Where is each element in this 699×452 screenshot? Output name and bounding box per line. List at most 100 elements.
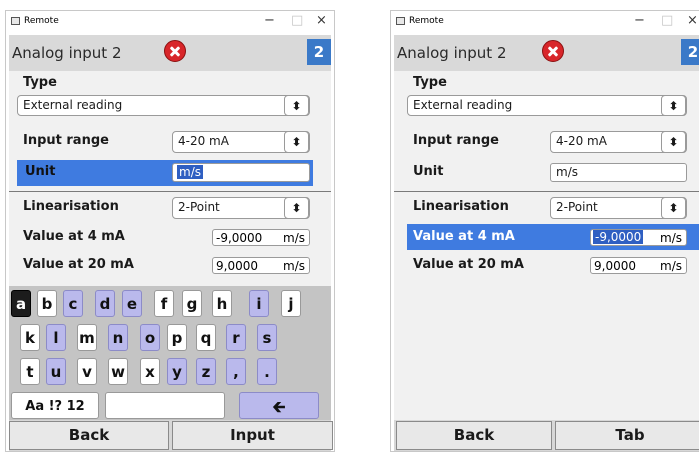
key-f[interactable]: f	[154, 290, 174, 317]
page-number-badge: 2	[307, 39, 331, 65]
app-icon	[396, 17, 405, 25]
key-comma[interactable]: ,	[226, 358, 246, 385]
type-label: Type	[413, 75, 447, 90]
spinner-icon[interactable]: ⬍	[284, 197, 309, 219]
input-range-label: Input range	[23, 133, 109, 148]
key-o[interactable]: o	[140, 324, 160, 351]
device-screen: Analog input 2 2 Type External reading ⬍…	[394, 35, 699, 451]
page-title: Analog input 2	[12, 44, 122, 62]
window-title: Remote	[24, 16, 59, 26]
spinner-icon[interactable]: ⬍	[661, 197, 686, 219]
linearisation-select[interactable]: 2-Point ⬍	[550, 197, 687, 219]
input-range-select[interactable]: 4-20 mA ⬍	[550, 131, 687, 153]
key-g[interactable]: g	[182, 290, 202, 317]
spinner-icon[interactable]: ⬍	[284, 131, 309, 153]
spinner-icon[interactable]: ⬍	[661, 95, 686, 116]
value-20ma: 9,0000	[216, 259, 258, 273]
type-select[interactable]: External reading ⬍	[407, 95, 687, 116]
key-y[interactable]: y	[167, 358, 187, 385]
type-value: External reading	[23, 98, 123, 112]
spinner-icon[interactable]: ⬍	[284, 95, 309, 116]
key-x[interactable]: x	[140, 358, 160, 385]
error-icon[interactable]	[164, 40, 186, 62]
back-button[interactable]: Back	[9, 421, 169, 450]
unit-input[interactable]: m/s	[172, 163, 310, 182]
unit-value: m/s	[556, 165, 578, 179]
function-bar: Back Input	[9, 420, 333, 451]
key-t[interactable]: t	[20, 358, 40, 385]
type-label: Type	[23, 75, 57, 90]
value-20ma-unit: m/s	[660, 259, 682, 273]
key-m[interactable]: m	[77, 324, 97, 351]
value-20ma: 9,0000	[594, 259, 636, 273]
onscreen-keyboard: a b c d e f g h i j k l m n o p q r s t …	[9, 286, 331, 420]
key-b[interactable]: b	[37, 290, 57, 317]
value-4ma-label: Value at 4 mA	[413, 229, 515, 244]
value-4ma-selected: -9,0000	[593, 230, 644, 244]
key-h[interactable]: h	[212, 290, 232, 317]
key-k[interactable]: k	[20, 324, 40, 351]
key-w[interactable]: w	[108, 358, 128, 385]
minimize-icon[interactable]: −	[264, 14, 275, 28]
key-q[interactable]: q	[196, 324, 216, 351]
value-4ma-input[interactable]: -9,0000 m/s	[590, 229, 687, 246]
backspace-key[interactable]: 🡰	[239, 392, 319, 419]
value-4ma-unit: m/s	[660, 231, 682, 245]
value-20ma-label: Value at 20 mA	[413, 257, 524, 272]
error-icon[interactable]	[542, 40, 564, 62]
value-4ma-input[interactable]: -9,0000 m/s	[212, 229, 310, 246]
maximize-icon[interactable]: □	[291, 14, 303, 28]
close-icon[interactable]: ×	[316, 14, 327, 28]
key-period[interactable]: .	[257, 358, 277, 385]
value-20ma-input[interactable]: 9,0000 m/s	[212, 257, 310, 274]
close-icon[interactable]: ×	[687, 14, 698, 28]
tab-button[interactable]: Tab	[555, 421, 699, 450]
remote-window-right: Remote − □ × Analog input 2 2 Type Exter…	[390, 10, 699, 452]
key-e[interactable]: e	[122, 290, 142, 317]
type-value: External reading	[413, 98, 513, 112]
value-20ma-input[interactable]: 9,0000 m/s	[590, 257, 687, 274]
value-20ma-label: Value at 20 mA	[23, 257, 134, 272]
page-number-badge: 2	[681, 39, 699, 65]
key-s[interactable]: s	[257, 324, 277, 351]
unit-label: Unit	[413, 164, 444, 179]
function-bar: Back Tab	[394, 420, 699, 451]
key-d[interactable]: d	[95, 290, 115, 317]
window-title: Remote	[409, 16, 444, 26]
unit-value-selected: m/s	[177, 165, 203, 179]
back-button[interactable]: Back	[396, 421, 552, 450]
input-range-value: 4-20 mA	[178, 134, 229, 148]
minimize-icon[interactable]: −	[634, 14, 645, 28]
input-range-value: 4-20 mA	[556, 134, 607, 148]
page-header: Analog input 2 2	[9, 35, 331, 71]
input-button[interactable]: Input	[172, 421, 333, 450]
key-j[interactable]: j	[281, 290, 301, 317]
key-p[interactable]: p	[167, 324, 187, 351]
input-range-label: Input range	[413, 133, 499, 148]
key-a[interactable]: a	[11, 290, 31, 317]
key-z[interactable]: z	[196, 358, 216, 385]
space-key[interactable]	[105, 392, 225, 419]
key-r[interactable]: r	[226, 324, 246, 351]
linearisation-select[interactable]: 2-Point ⬍	[172, 197, 310, 219]
key-i[interactable]: i	[249, 290, 269, 317]
linearisation-label: Linearisation	[23, 199, 119, 214]
page-header: Analog input 2 2	[394, 35, 699, 71]
maximize-icon[interactable]: □	[661, 14, 673, 28]
key-v[interactable]: v	[77, 358, 97, 385]
linearisation-label: Linearisation	[413, 199, 509, 214]
key-n[interactable]: n	[108, 324, 128, 351]
input-range-select[interactable]: 4-20 mA ⬍	[172, 131, 310, 153]
key-c[interactable]: c	[63, 290, 83, 317]
keyboard-mode-key[interactable]: Aa !? 12	[11, 392, 99, 419]
divider	[394, 191, 699, 192]
linearisation-value: 2-Point	[178, 200, 220, 214]
app-icon	[11, 17, 20, 25]
type-select[interactable]: External reading ⬍	[17, 95, 310, 116]
remote-window-left: Remote − □ × Analog input 2 2 Type Exter…	[5, 10, 335, 452]
key-l[interactable]: l	[46, 324, 66, 351]
key-u[interactable]: u	[46, 358, 66, 385]
page-title: Analog input 2	[397, 44, 507, 62]
spinner-icon[interactable]: ⬍	[661, 131, 686, 153]
unit-input[interactable]: m/s	[550, 163, 687, 182]
